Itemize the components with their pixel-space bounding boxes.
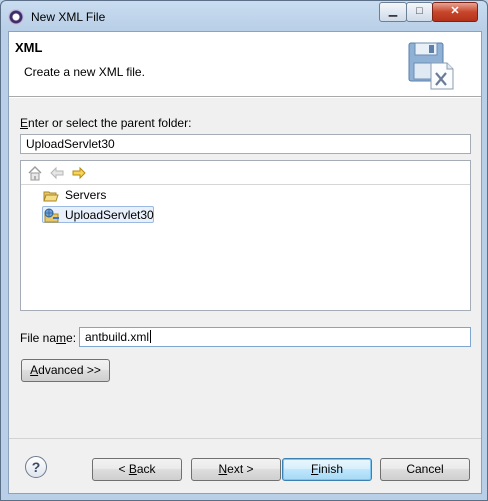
file-name-label-end: e:	[66, 331, 77, 345]
tree-item-servers[interactable]: Servers	[43, 187, 106, 204]
back-mnemonic: B	[128, 462, 137, 476]
dialog-window: New XML File ▁ □ ✕ XML Create a new XML …	[0, 0, 488, 501]
back-button[interactable]: < Back	[92, 458, 182, 481]
folder-open-icon	[43, 191, 59, 202]
text-caret	[150, 330, 152, 343]
maximize-button[interactable]: □	[406, 2, 433, 22]
back-label-start: <	[118, 462, 129, 476]
file-name-input[interactable]: antbuild.xml	[79, 327, 471, 347]
web-project-icon	[44, 208, 59, 223]
dialog-body: XML Create a new XML file. Enter or sele…	[8, 31, 482, 494]
file-name-value: antbuild.xml	[85, 330, 150, 344]
back-label-end: ack	[136, 462, 156, 476]
advanced-mnemonic: A	[30, 363, 39, 377]
xml-file-wizard-icon	[408, 42, 454, 90]
tree-item-label: Servers	[65, 188, 107, 202]
help-icon[interactable]: ?	[25, 456, 47, 478]
parent-folder-label: Enter or select the parent folder:	[20, 116, 191, 130]
next-mnemonic: N	[218, 462, 228, 476]
minimize-button[interactable]: ▁	[379, 2, 407, 22]
window-title: New XML File	[31, 10, 106, 24]
file-name-label-mnemonic: m	[56, 331, 67, 345]
folder-tree[interactable]: Servers UploadServlet30	[20, 160, 471, 311]
tree-toolbar	[21, 161, 470, 185]
close-button[interactable]: ✕	[432, 2, 478, 22]
tree-item-label: UploadServlet30	[65, 208, 154, 222]
file-name-label: File name:	[20, 331, 76, 345]
wizard-header: XML Create a new XML file.	[9, 32, 481, 97]
parent-folder-input[interactable]: UploadServlet30	[20, 134, 471, 154]
wizard-title: XML	[15, 40, 43, 55]
eclipse-app-icon	[8, 9, 24, 25]
next-button[interactable]: Next >	[191, 458, 281, 481]
parent-folder-label-mnemonic: E	[20, 116, 29, 130]
forward-arrow-icon[interactable]	[71, 165, 87, 181]
next-label: ext >	[227, 462, 254, 476]
finish-label: inish	[318, 462, 344, 476]
title-bar[interactable]: New XML File ▁ □ ✕	[1, 1, 487, 31]
file-name-label-start: File na	[20, 331, 57, 345]
home-icon[interactable]	[27, 165, 43, 181]
tree-item-uploadservlet30[interactable]: UploadServlet30	[42, 206, 154, 223]
wizard-description: Create a new XML file.	[24, 65, 145, 79]
header-divider	[9, 97, 481, 98]
back-arrow-icon[interactable]	[49, 165, 65, 181]
advanced-label: dvanced >>	[38, 363, 101, 377]
cancel-button[interactable]: Cancel	[380, 458, 470, 481]
parent-folder-label-text: nter or select the parent folder:	[28, 116, 192, 130]
button-bar-divider	[9, 438, 481, 439]
finish-button[interactable]: Finish	[282, 458, 372, 481]
advanced-button[interactable]: Advanced >>	[21, 359, 110, 382]
